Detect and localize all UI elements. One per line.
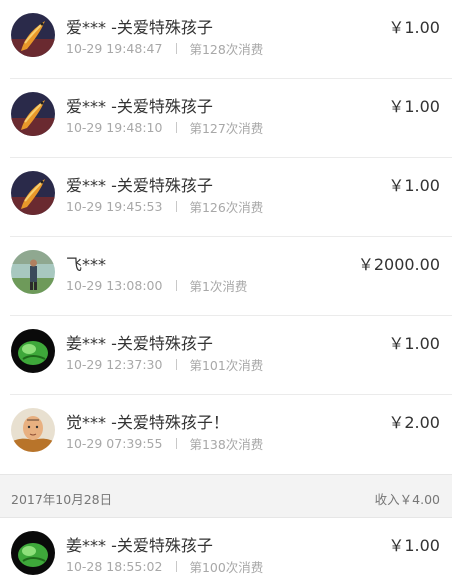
donation-time: 10-29 19:48:47 xyxy=(66,41,163,56)
donation-time: 10-28 18:55:02 xyxy=(66,559,163,574)
donation-amount: ￥1.00 xyxy=(388,536,440,555)
koi-fish-avatar xyxy=(11,171,55,215)
donation-amount: ￥1.00 xyxy=(388,334,440,353)
date-group-header: 2017年10月28日 收入￥4.00 xyxy=(0,474,452,518)
donation-count: 第126次消费 xyxy=(189,200,264,215)
donation-time: 10-29 07:39:55 xyxy=(66,436,163,451)
donation-row[interactable]: 姜*** -关爱特殊孩子 10-28 18:55:02 第100次消费 ￥1.0… xyxy=(0,518,452,588)
monk-avatar xyxy=(11,408,55,452)
donation-meta: 10-29 07:39:55 第138次消费 xyxy=(66,434,263,453)
donation-count: 第100次消费 xyxy=(189,560,264,575)
donor-name: 姜*** -关爱特殊孩子 xyxy=(66,536,213,555)
meta-divider xyxy=(176,122,178,133)
donation-time: 10-29 12:37:30 xyxy=(66,357,163,372)
donation-time: 10-29 19:45:53 xyxy=(66,199,163,214)
group-income: 收入￥4.00 xyxy=(374,492,440,507)
koi-fish-avatar xyxy=(11,13,55,57)
donation-meta: 10-29 13:08:00 第1次消费 xyxy=(66,276,247,295)
donation-row[interactable]: 飞*** 10-29 13:08:00 第1次消费 ￥2000.00 xyxy=(0,237,452,316)
donation-amount: ￥2.00 xyxy=(388,413,440,432)
donation-count: 第138次消费 xyxy=(189,437,264,452)
donor-name: 飞*** xyxy=(66,255,107,274)
meta-divider xyxy=(176,359,178,370)
group-date: 2017年10月28日 xyxy=(11,492,113,507)
donation-row[interactable]: 爱*** -关爱特殊孩子 10-29 19:45:53 第126次消费 ￥1.0… xyxy=(0,158,452,237)
donation-meta: 10-29 12:37:30 第101次消费 xyxy=(66,355,263,374)
meta-divider xyxy=(176,561,178,572)
donor-name: 觉*** -关爱特殊孩子！ xyxy=(66,413,229,432)
meta-divider xyxy=(176,201,178,212)
donor-name: 爱*** -关爱特殊孩子 xyxy=(66,18,213,37)
koi-fish-avatar xyxy=(11,92,55,136)
donation-meta: 10-29 19:48:10 第127次消费 xyxy=(66,118,263,137)
donor-name: 姜*** -关爱特殊孩子 xyxy=(66,334,213,353)
green-leaf-avatar xyxy=(11,329,55,373)
meta-divider xyxy=(176,43,178,54)
donation-count: 第128次消费 xyxy=(189,42,264,57)
donation-amount: ￥1.00 xyxy=(388,97,440,116)
donation-count: 第1次消费 xyxy=(189,279,248,294)
green-leaf-avatar xyxy=(11,531,55,575)
donation-time: 10-29 13:08:00 xyxy=(66,278,163,293)
donation-meta: 10-29 19:48:47 第128次消费 xyxy=(66,39,263,58)
donation-amount: ￥1.00 xyxy=(388,18,440,37)
donation-list: 爱*** -关爱特殊孩子 10-29 19:48:47 第128次消费 ￥1.0… xyxy=(0,0,452,588)
donation-meta: 10-29 19:45:53 第126次消费 xyxy=(66,197,263,216)
meta-divider xyxy=(176,438,178,449)
donation-row[interactable]: 爱*** -关爱特殊孩子 10-29 19:48:47 第128次消费 ￥1.0… xyxy=(0,0,452,79)
person-outdoor-avatar xyxy=(11,250,55,294)
donation-row[interactable]: 爱*** -关爱特殊孩子 10-29 19:48:10 第127次消费 ￥1.0… xyxy=(0,79,452,158)
meta-divider xyxy=(176,280,178,291)
donation-meta: 10-28 18:55:02 第100次消费 xyxy=(66,557,263,576)
donor-name: 爱*** -关爱特殊孩子 xyxy=(66,97,213,116)
donation-amount: ￥2000.00 xyxy=(357,255,440,274)
donation-count: 第127次消费 xyxy=(189,121,264,136)
donation-row[interactable]: 姜*** -关爱特殊孩子 10-29 12:37:30 第101次消费 ￥1.0… xyxy=(0,316,452,395)
donation-amount: ￥1.00 xyxy=(388,176,440,195)
donor-name: 爱*** -关爱特殊孩子 xyxy=(66,176,213,195)
donation-row[interactable]: 觉*** -关爱特殊孩子！ 10-29 07:39:55 第138次消费 ￥2.… xyxy=(0,395,452,474)
donation-count: 第101次消费 xyxy=(189,358,264,373)
donation-time: 10-29 19:48:10 xyxy=(66,120,163,135)
